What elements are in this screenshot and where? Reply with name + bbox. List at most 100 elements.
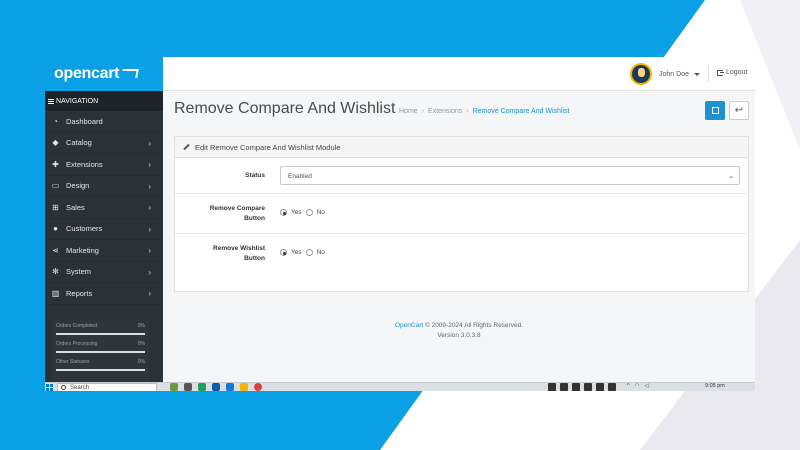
status-label: Status bbox=[245, 172, 265, 179]
os-taskbar: Search ^ ◠ ◁ 9:05 pm bbox=[45, 382, 755, 391]
tray-icon[interactable] bbox=[584, 383, 592, 391]
windows-start-icon[interactable] bbox=[45, 383, 54, 391]
taskbar-search[interactable]: Search bbox=[57, 383, 157, 391]
wishlist-no-radio[interactable] bbox=[305, 249, 313, 256]
app-icon[interactable] bbox=[198, 383, 206, 391]
tray-icon[interactable] bbox=[608, 383, 616, 391]
sidebar-item-sales[interactable]: ⊞ Sales › bbox=[45, 197, 163, 219]
yes-label: Yes bbox=[291, 249, 302, 256]
stat-other-statuses: Other Statuses 0% bbox=[52, 356, 149, 374]
sidebar-item-label: Dashboard bbox=[66, 116, 103, 126]
breadcrumb-home[interactable]: Home bbox=[399, 108, 418, 115]
sidebar-item-extensions[interactable]: ✚ Extensions › bbox=[45, 154, 163, 176]
sidebar-item-customers[interactable]: ● Customers › bbox=[45, 219, 163, 240]
breadcrumb: Home › Extensions › Remove Compare And Wishl… bbox=[399, 108, 570, 115]
sidebar-item-label: System bbox=[66, 267, 92, 277]
search-placeholder: Search bbox=[70, 385, 90, 391]
sidebar-item-system[interactable]: ✻ System › bbox=[45, 262, 163, 283]
chevron-right-icon: › bbox=[148, 267, 151, 277]
chevron-down-icon: ⌄ bbox=[728, 173, 734, 180]
yes-label: Yes bbox=[291, 209, 302, 216]
header-divider bbox=[708, 65, 709, 83]
volume-icon[interactable]: ◁ bbox=[644, 383, 648, 389]
caret-down-icon bbox=[693, 72, 700, 76]
panel-heading: Edit Remove Compare And Wishlist Module bbox=[175, 137, 748, 158]
app-icon[interactable] bbox=[212, 383, 220, 391]
order-stats: Orders Completed 0% Orders Processing 0% O… bbox=[52, 320, 149, 384]
opencart-logo[interactable]: opencart bbox=[45, 57, 163, 91]
status-select[interactable]: Enabled ⌄ bbox=[280, 166, 740, 185]
sidebar-item-label: Customers bbox=[66, 224, 103, 234]
sidebar-menu: ◔ Dashboard ◆ Catalog › ✚ Extensions › ▭ Desig… bbox=[45, 111, 163, 305]
logo-text: opencart bbox=[54, 65, 120, 82]
avatar bbox=[630, 63, 652, 85]
panel-title: Edit Remove Compare And Wishlist Module bbox=[195, 142, 341, 152]
copyright-text: © 2009-2024 All Rights Reserved. bbox=[424, 322, 523, 329]
taskbar-tray-apps bbox=[548, 383, 616, 391]
remove-wishlist-radios: Yes No bbox=[280, 249, 329, 256]
reply-icon: ↩ bbox=[734, 105, 744, 116]
taskbar-clock[interactable]: 9:05 pm bbox=[705, 383, 725, 389]
stat-label: Orders Processing bbox=[56, 341, 98, 347]
breadcrumb-separator: › bbox=[466, 108, 469, 115]
bar-chart-icon: ▥ bbox=[51, 288, 60, 298]
admin-window: opencart John Doe Logout NAVIGATION ◔ Das… bbox=[45, 57, 755, 391]
stat-value: 0% bbox=[137, 323, 145, 329]
search-icon bbox=[61, 385, 66, 390]
remove-wishlist-label: Remove Wishlist Button bbox=[213, 245, 265, 262]
page-footer: OpenCart © 2009-2024 All Rights Reserved… bbox=[163, 321, 755, 341]
system-tray: ^ ◠ ◁ bbox=[627, 383, 649, 389]
stat-orders-processing: Orders Processing 0% bbox=[52, 338, 149, 356]
save-button[interactable] bbox=[705, 101, 725, 120]
back-button[interactable]: ↩ bbox=[729, 101, 749, 120]
monitor-icon: ▭ bbox=[51, 181, 60, 191]
breadcrumb-current[interactable]: Remove Compare And Wishlist bbox=[473, 108, 570, 115]
chevron-right-icon: › bbox=[148, 138, 151, 148]
compare-no-radio[interactable] bbox=[305, 209, 313, 216]
sidebar-item-label: Extensions bbox=[66, 159, 103, 169]
sidebar-item-marketing[interactable]: ⋖ Marketing › bbox=[45, 240, 163, 262]
chevron-right-icon: › bbox=[148, 203, 151, 212]
wishlist-yes-radio[interactable] bbox=[280, 249, 287, 256]
chevron-right-icon: › bbox=[148, 246, 151, 255]
tray-icon[interactable] bbox=[548, 383, 556, 391]
wifi-icon[interactable]: ◠ bbox=[635, 383, 640, 389]
sidebar-item-design[interactable]: ▭ Design › bbox=[45, 176, 163, 197]
sidebar-item-reports[interactable]: ▥ Reports › bbox=[45, 283, 163, 305]
app-icon[interactable] bbox=[184, 383, 192, 391]
status-selected-value: Enabled bbox=[288, 173, 312, 180]
tray-icon[interactable] bbox=[596, 383, 604, 391]
chevron-up-icon[interactable]: ^ bbox=[627, 383, 630, 389]
navigation-heading: NAVIGATION bbox=[45, 91, 163, 111]
remove-compare-radios: Yes No bbox=[280, 209, 329, 216]
sidebar-item-label: Sales bbox=[66, 202, 85, 212]
logout-link[interactable]: Logout bbox=[717, 69, 747, 76]
opencart-link[interactable]: OpenCart bbox=[395, 322, 423, 329]
sidebar-item-label: Reports bbox=[66, 288, 93, 298]
sidebar-item-dashboard[interactable]: ◔ Dashboard bbox=[45, 111, 163, 133]
logout-label: Logout bbox=[726, 69, 748, 76]
tray-icon[interactable] bbox=[560, 383, 568, 391]
sidebar-item-label: Marketing bbox=[66, 245, 99, 255]
user-name: John Doe bbox=[659, 70, 689, 78]
chevron-right-icon: › bbox=[148, 289, 151, 298]
sidebar-item-label: Catalog bbox=[66, 138, 92, 148]
no-label: No bbox=[316, 209, 325, 216]
stat-label: Other Statuses bbox=[56, 359, 90, 365]
progress-bar bbox=[56, 351, 145, 353]
breadcrumb-extensions[interactable]: Extensions bbox=[428, 108, 462, 115]
user-menu[interactable]: John Doe bbox=[630, 62, 700, 86]
top-header: opencart John Doe Logout bbox=[45, 57, 755, 91]
app-icon[interactable] bbox=[170, 383, 178, 391]
chrome-icon[interactable] bbox=[254, 383, 262, 391]
user-icon: ● bbox=[53, 224, 58, 234]
sidebar-item-catalog[interactable]: ◆ Catalog › bbox=[45, 133, 163, 154]
app-icon[interactable] bbox=[226, 383, 234, 391]
tray-icon[interactable] bbox=[572, 383, 580, 391]
navigation-title: NAVIGATION bbox=[56, 97, 99, 105]
folder-icon[interactable] bbox=[240, 383, 248, 391]
cart-icon bbox=[121, 68, 139, 78]
breadcrumb-separator: › bbox=[421, 108, 425, 115]
compare-yes-radio[interactable] bbox=[280, 209, 287, 216]
remove-compare-label: Remove Compare Button bbox=[209, 205, 265, 222]
